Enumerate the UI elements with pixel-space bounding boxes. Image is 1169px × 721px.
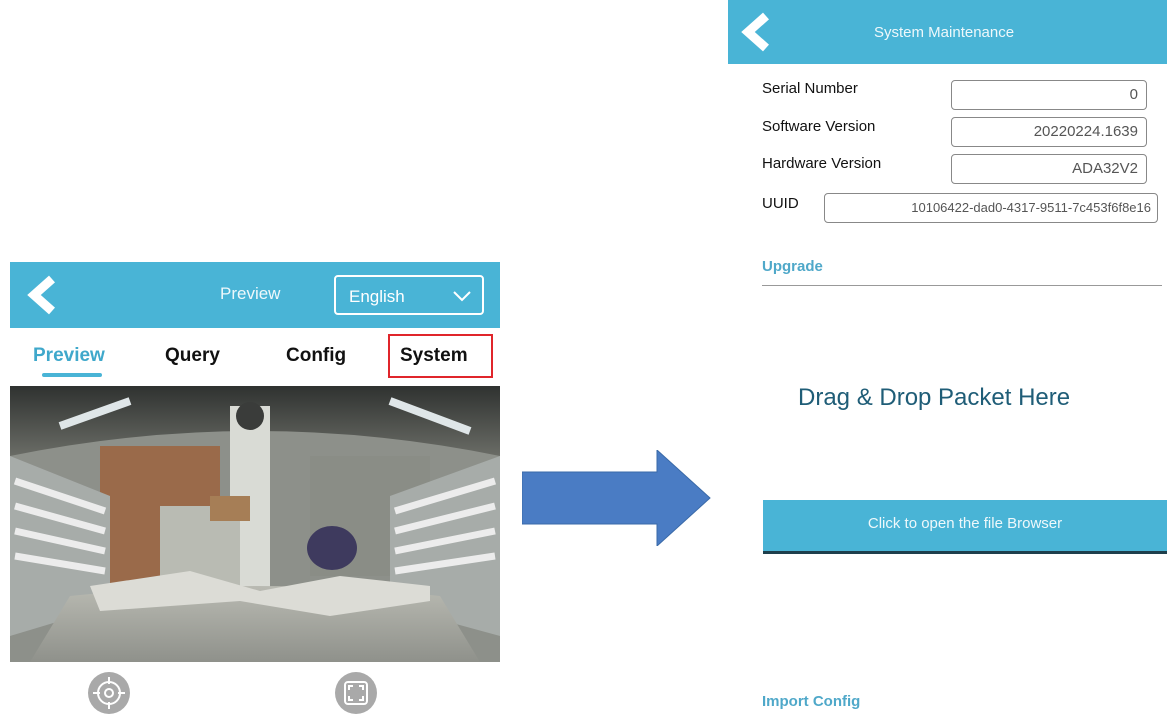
back-icon[interactable]	[738, 12, 778, 52]
camera-feed-image	[10, 386, 500, 662]
serial-number-field[interactable]: 0	[951, 80, 1147, 110]
software-version-field[interactable]: 20220224.1639	[951, 117, 1147, 147]
language-select[interactable]: English	[334, 275, 484, 315]
upgrade-section-title: Upgrade	[762, 258, 823, 275]
tab-query[interactable]: Query	[165, 345, 220, 367]
serial-number-label: Serial Number	[762, 80, 858, 97]
uuid-field[interactable]: 10106422-dad0-4317-9511-7c453f6f8e16	[824, 193, 1158, 223]
software-version-label: Software Version	[762, 118, 876, 135]
right-arrow-icon	[522, 450, 711, 546]
active-tab-indicator	[42, 373, 102, 377]
system-maintenance-screen: System Maintenance Serial Number 0 Softw…	[728, 0, 1167, 721]
tab-config[interactable]: Config	[286, 345, 346, 367]
page-title: Preview	[220, 284, 281, 303]
system-header: System Maintenance	[728, 0, 1167, 64]
tab-system[interactable]: System	[400, 345, 468, 367]
fullscreen-icon[interactable]	[335, 672, 377, 714]
preview-screen: Preview English Preview Query Config Sys…	[10, 262, 500, 721]
page-title: System Maintenance	[874, 24, 1015, 41]
preview-header: Preview English	[10, 262, 500, 328]
tab-bar: Preview Query Config System	[10, 328, 500, 384]
import-config-section-title: Import Config	[762, 693, 861, 710]
crosshair-icon[interactable]	[88, 672, 130, 714]
hardware-version-label: Hardware Version	[762, 155, 882, 172]
uuid-label: UUID	[762, 195, 799, 212]
language-select-value: English	[349, 287, 405, 306]
open-file-browser-button[interactable]: Click to open the file Browser	[763, 500, 1167, 554]
tab-preview[interactable]: Preview	[33, 345, 105, 367]
chevron-down-icon	[453, 291, 471, 302]
camera-preview[interactable]	[10, 386, 500, 662]
drop-zone[interactable]: Drag & Drop Packet Here	[798, 384, 1070, 412]
upgrade-divider	[762, 285, 1162, 286]
hardware-version-field[interactable]: ADA32V2	[951, 154, 1147, 184]
back-icon[interactable]	[24, 275, 64, 315]
